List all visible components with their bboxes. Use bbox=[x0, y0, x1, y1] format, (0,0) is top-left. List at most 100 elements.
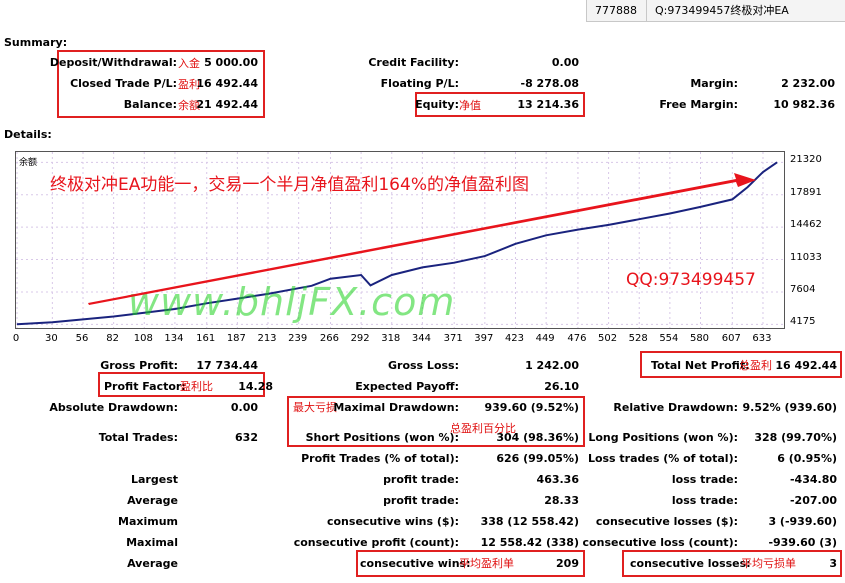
long-label: Long Positions (won %): bbox=[588, 431, 738, 444]
total-net-value: 16 492.44 bbox=[775, 359, 837, 372]
equity-value: 13 214.36 bbox=[517, 98, 579, 111]
row-profit-label: consecutive profit (count): bbox=[293, 536, 459, 549]
closed-label: Closed Trade P/L: bbox=[70, 77, 177, 90]
y-tick-label: 7604 bbox=[790, 283, 816, 295]
x-tick-label: 397 bbox=[474, 333, 494, 344]
row-profit-cn: 平均盈利单 bbox=[459, 557, 514, 570]
row-loss-label: consecutive losses ($): bbox=[595, 515, 738, 528]
free-margin-label: Free Margin: bbox=[659, 98, 738, 111]
y-tick-label: 21320 bbox=[790, 154, 822, 166]
x-tick-label: 108 bbox=[133, 333, 153, 344]
row-profit-value: 463.36 bbox=[536, 473, 579, 486]
floating-label: Floating P/L: bbox=[380, 77, 459, 90]
x-tick-label: 580 bbox=[689, 333, 710, 344]
gross-loss-label: Gross Loss: bbox=[388, 359, 459, 372]
row-profit-value: 338 (12 558.42) bbox=[480, 515, 579, 528]
row-profit-label: profit trade: bbox=[383, 473, 459, 486]
x-tick-label: 554 bbox=[659, 333, 679, 344]
profit-factor-value: 14.28 bbox=[238, 380, 273, 393]
abs-dd-value: 0.00 bbox=[230, 401, 258, 414]
row-loss-value: -939.60 (3) bbox=[768, 536, 837, 549]
equity-cn: 净值 bbox=[459, 99, 481, 112]
x-tick-label: 344 bbox=[411, 333, 431, 344]
row-loss-label: loss trade: bbox=[671, 494, 738, 507]
closed-value: 16 492.44 bbox=[196, 77, 258, 90]
equity-label: Equity: bbox=[415, 98, 459, 111]
x-tick-label: 449 bbox=[535, 333, 555, 344]
y-tick-label: 11033 bbox=[790, 251, 822, 263]
row-loss-value: -207.00 bbox=[789, 494, 837, 507]
short-value: 304 (98.36%) bbox=[496, 431, 579, 444]
balance-label: Balance: bbox=[123, 98, 177, 111]
details-title: Details: bbox=[4, 128, 52, 141]
balance-chart: 余额 终极对冲EA功能一，交易一个半月净值盈利164%的净值盈利图 QQ:973… bbox=[15, 151, 785, 329]
floating-value: -8 278.08 bbox=[520, 77, 580, 90]
x-tick-label: 292 bbox=[350, 333, 370, 344]
free-margin-value: 10 982.36 bbox=[773, 98, 835, 111]
x-tick-label: 239 bbox=[288, 333, 308, 344]
profit-factor-cn: 盈利比 bbox=[180, 380, 213, 393]
row-loss-value: 3 (-939.60) bbox=[768, 515, 837, 528]
x-tick-label: 56 bbox=[75, 333, 89, 344]
x-tick-label: 502 bbox=[598, 333, 618, 344]
x-tick-label: 607 bbox=[721, 333, 741, 344]
x-tick-label: 82 bbox=[106, 333, 119, 344]
deposit-value: 5 000.00 bbox=[204, 56, 258, 69]
row-loss-label: consecutive losses: bbox=[630, 557, 751, 570]
row-profit-value: 12 558.42 (338) bbox=[480, 536, 579, 549]
loss-trades-label: Loss trades (% of total): bbox=[587, 452, 738, 465]
row-loss-label: loss trade: bbox=[671, 473, 738, 486]
row-profit-value: 28.33 bbox=[544, 494, 579, 507]
x-tick-label: 161 bbox=[196, 333, 216, 344]
row-loss-value: -434.80 bbox=[789, 473, 837, 486]
row-profit-value: 209 bbox=[556, 557, 579, 570]
y-tick-label: 17891 bbox=[790, 186, 822, 198]
gross-loss-value: 1 242.00 bbox=[525, 359, 579, 372]
max-dd-label: Maximal Drawdown: bbox=[333, 401, 459, 414]
row-name: Maximum bbox=[118, 515, 178, 528]
long-value: 328 (99.70%) bbox=[754, 431, 837, 444]
total-trades-value: 632 bbox=[235, 431, 258, 444]
row-loss-value: 3 bbox=[829, 557, 837, 570]
margin-label: Margin: bbox=[690, 77, 738, 90]
row-name: Largest bbox=[131, 473, 178, 486]
x-tick-label: 266 bbox=[319, 333, 340, 344]
contact-info: Q:973499457终极对冲EA bbox=[646, 0, 845, 22]
profit-factor-label: Profit Factor: bbox=[104, 380, 186, 393]
row-profit-label: consecutive wins: bbox=[360, 557, 471, 570]
balance-value: 21 492.44 bbox=[196, 98, 258, 111]
total-trades-label: Total Trades: bbox=[98, 431, 178, 444]
x-tick-label: 0 bbox=[12, 333, 20, 344]
row-profit-label: consecutive wins ($): bbox=[326, 515, 459, 528]
total-net-label: Total Net Profit: bbox=[651, 359, 750, 372]
abs-dd-label: Absolute Drawdown: bbox=[49, 401, 178, 414]
row-loss-cn: 平均亏损单 bbox=[741, 557, 796, 570]
x-tick-label: 187 bbox=[226, 333, 246, 344]
deposit-cn: 入金 bbox=[178, 57, 200, 70]
x-tick-label: 371 bbox=[443, 333, 463, 344]
short-label: Short Positions (won %): bbox=[305, 431, 459, 444]
row-loss-label: consecutive loss (count): bbox=[582, 536, 738, 549]
expected-payoff-value: 26.10 bbox=[544, 380, 579, 393]
x-tick-label: 633 bbox=[752, 333, 772, 344]
max-dd-value: 939.60 (9.52%) bbox=[484, 401, 580, 414]
x-tick-label: 476 bbox=[567, 333, 587, 344]
row-name: Average bbox=[127, 557, 178, 570]
row-name: Maximal bbox=[126, 536, 178, 549]
deposit-label: Deposit/Withdrawal: bbox=[49, 56, 177, 69]
x-tick-label: 213 bbox=[257, 333, 277, 344]
gross-profit-value: 17 734.44 bbox=[196, 359, 258, 372]
x-tick-label: 528 bbox=[628, 333, 648, 344]
summary-title: Summary: bbox=[4, 36, 68, 49]
margin-value: 2 232.00 bbox=[781, 77, 835, 90]
profit-trades-value: 626 (99.05%) bbox=[496, 452, 579, 465]
y-tick-label: 14462 bbox=[790, 219, 822, 231]
account-number: 777888 bbox=[586, 0, 646, 22]
row-profit-label: profit trade: bbox=[383, 494, 459, 507]
max-dd-cn: 最大亏损 bbox=[293, 401, 337, 414]
trend-arrow bbox=[88, 173, 756, 305]
rel-dd-value: 9.52% (939.60) bbox=[742, 401, 838, 414]
loss-trades-value: 6 (0.95%) bbox=[777, 452, 837, 465]
y-tick-label: 4175 bbox=[790, 316, 816, 328]
gross-profit-label: Gross Profit: bbox=[100, 359, 178, 372]
